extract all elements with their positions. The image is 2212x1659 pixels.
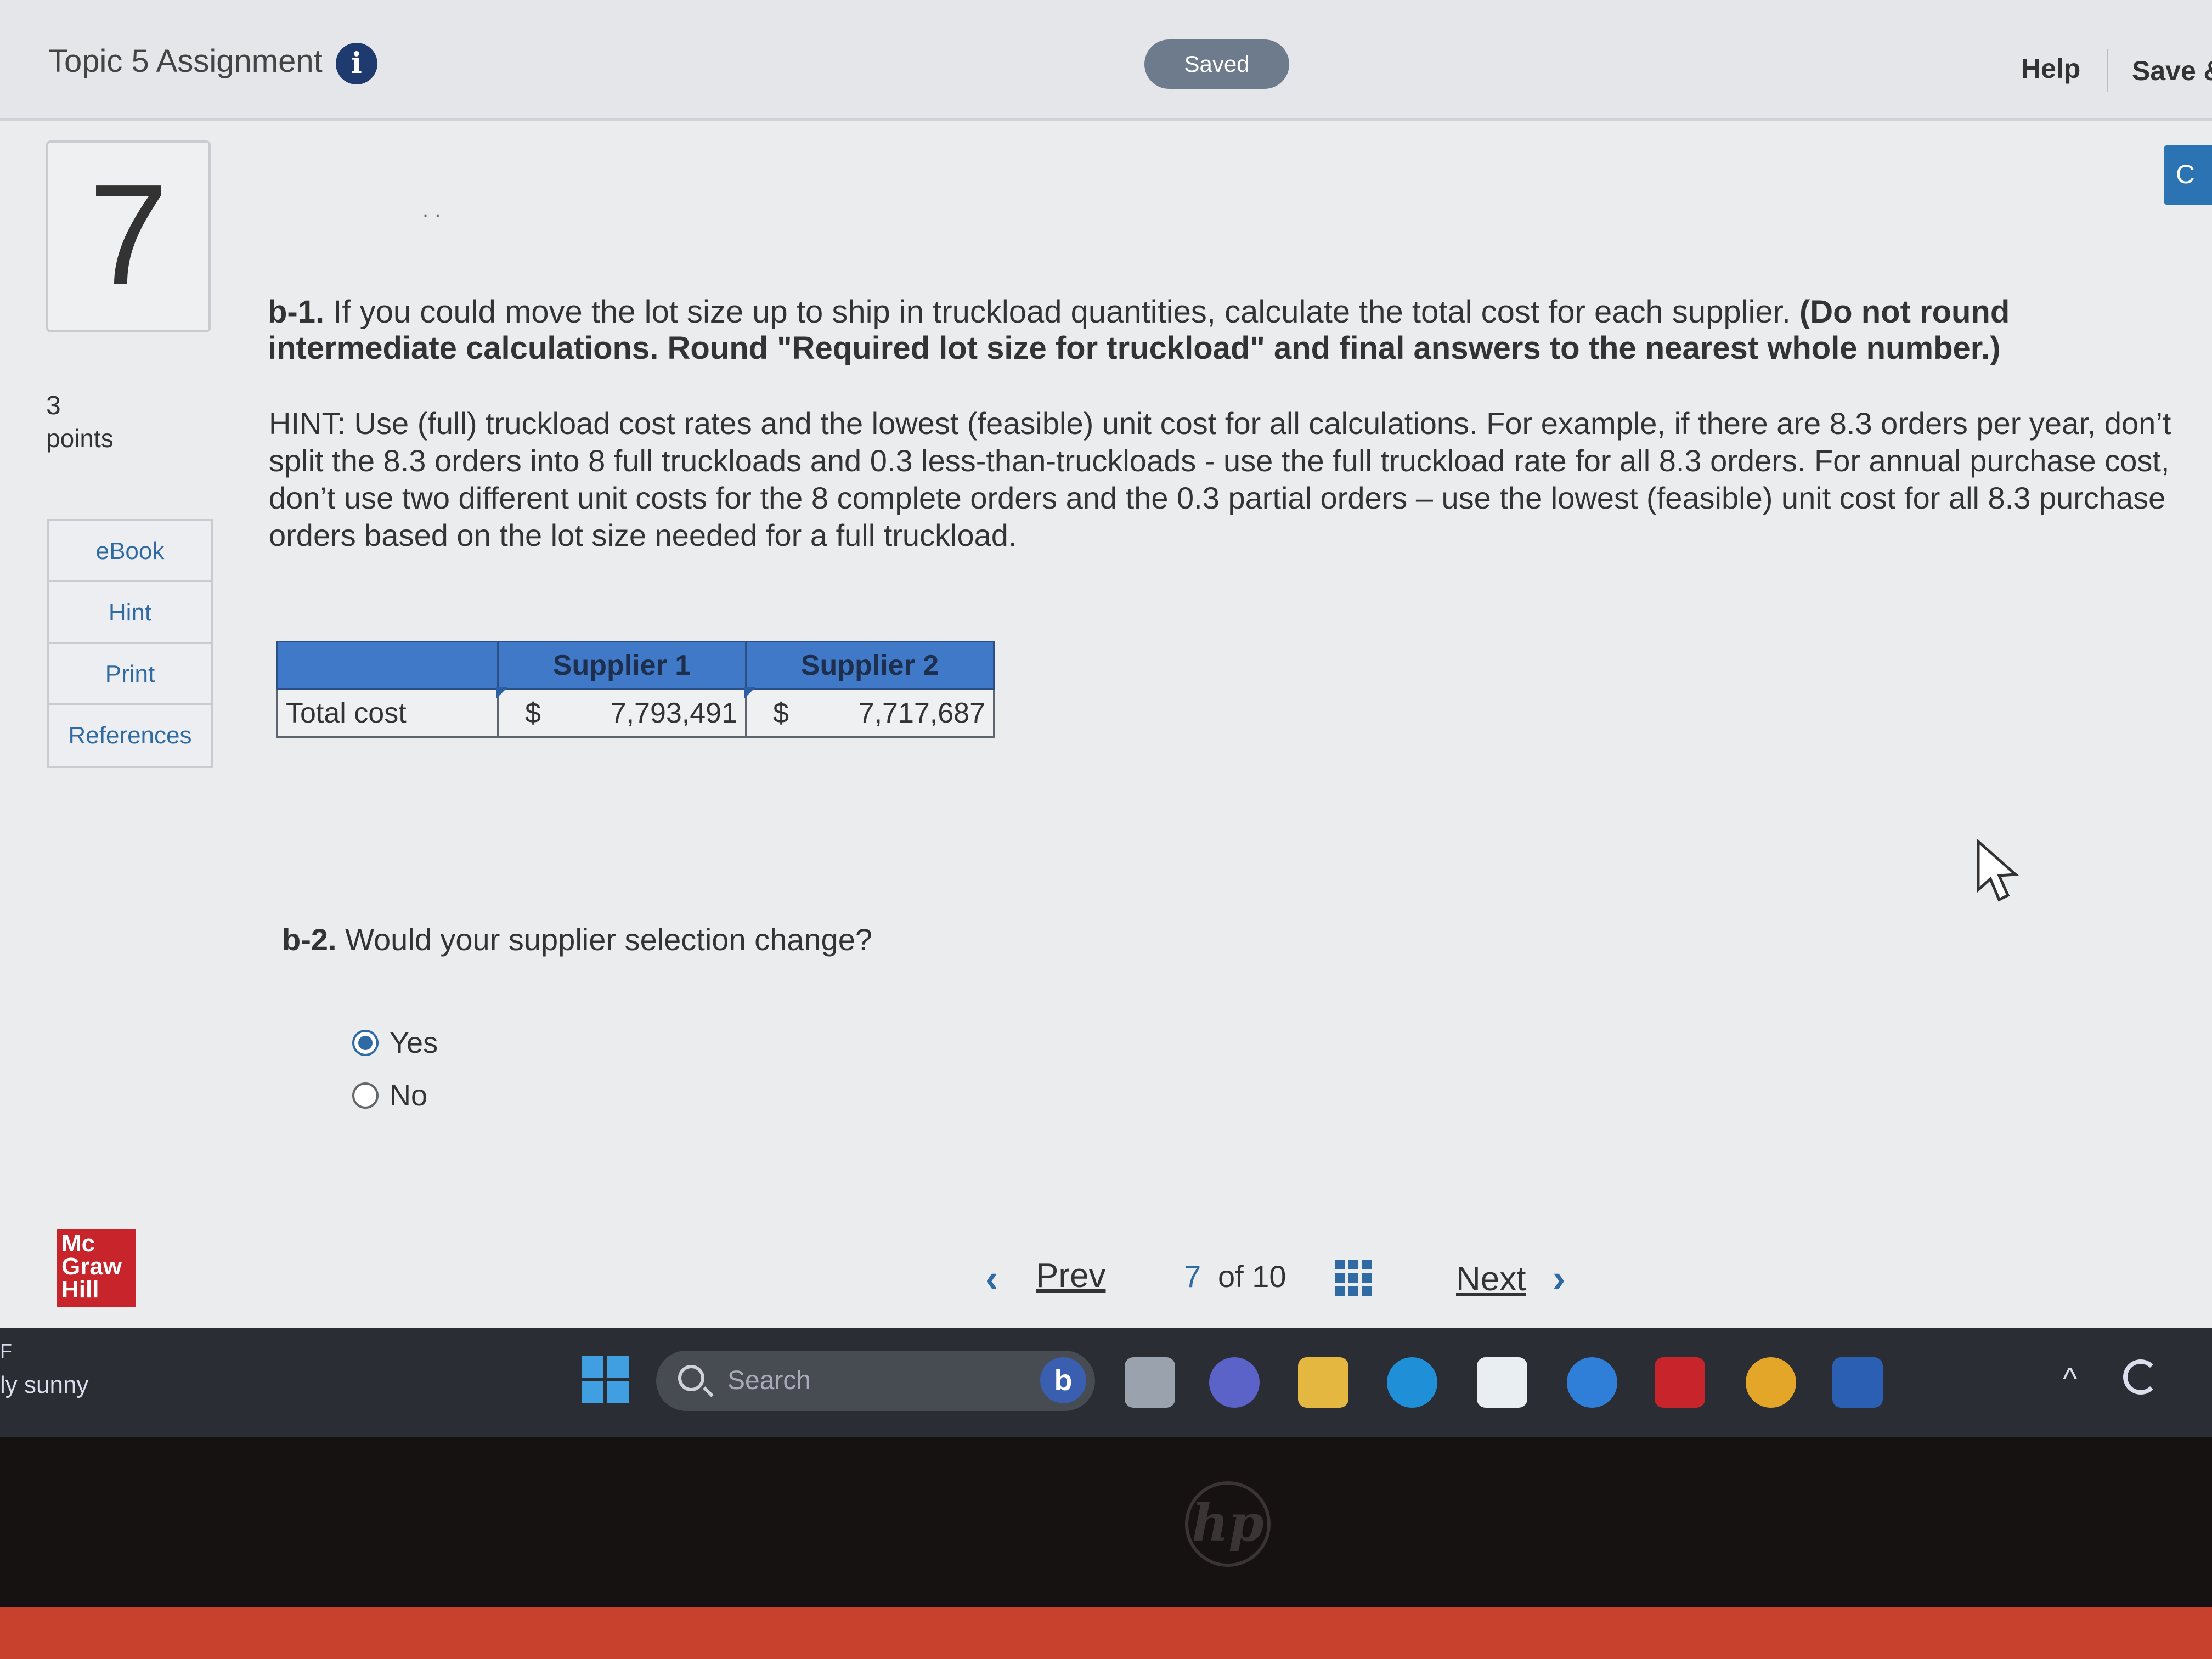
chevron-up-icon[interactable]: ^	[2063, 1361, 2077, 1396]
part-b1-prompt: b-1. If you could move the lot size up t…	[268, 294, 2078, 366]
answer-flag-icon	[744, 687, 755, 698]
supplier-2-total-cost-value: 7,717,687	[858, 697, 985, 729]
help-icon[interactable]	[1567, 1357, 1617, 1408]
logo-line: Graw	[61, 1253, 122, 1280]
edge-icon[interactable]	[1387, 1357, 1437, 1408]
part-b2-text: Would your supplier selection change?	[336, 922, 873, 957]
question-number-box: 7	[46, 140, 211, 332]
points-value: 3	[46, 391, 61, 420]
help-link[interactable]: Help	[2021, 53, 2080, 84]
weather-temperature: F	[0, 1340, 12, 1362]
chevron-right-icon[interactable]: ›	[1553, 1256, 1565, 1300]
option-no[interactable]: No	[352, 1079, 427, 1113]
bing-icon[interactable]: b	[1040, 1357, 1086, 1403]
laptop-base	[0, 1607, 2212, 1659]
mcgraw-hill-logo: Mc Graw Hill	[57, 1229, 136, 1307]
sync-icon[interactable]	[2123, 1359, 2158, 1395]
assignment-header: Topic 5 Assignment i Saved Help Save &	[0, 0, 2212, 121]
current-page-number: 7	[1184, 1259, 1201, 1294]
page-total: of 10	[1218, 1259, 1286, 1294]
table-header-blank	[276, 641, 499, 690]
chevron-left-icon[interactable]: ‹	[985, 1256, 998, 1300]
part-b2-label: b-2.	[282, 922, 337, 957]
teams-icon[interactable]	[1209, 1357, 1260, 1408]
header-divider	[2107, 49, 2108, 92]
taskbar-search-box[interactable]: Search	[656, 1351, 1095, 1411]
answer-flag-icon	[496, 687, 507, 698]
chrome-icon[interactable]	[1746, 1357, 1796, 1408]
mcafee-icon[interactable]	[1655, 1357, 1705, 1408]
windows-taskbar: F ly sunny Search b ^	[0, 1328, 2212, 1437]
hint-link[interactable]: Hint	[49, 582, 211, 644]
prev-button[interactable]: Prev	[1036, 1256, 1105, 1295]
saved-status-pill: Saved	[1144, 40, 1289, 89]
ebook-link[interactable]: eBook	[49, 521, 211, 582]
table-header-supplier-1: Supplier 1	[497, 641, 747, 690]
radio-no[interactable]	[352, 1082, 379, 1109]
question-number: 7	[88, 155, 168, 314]
radio-yes[interactable]	[352, 1030, 379, 1056]
table-header-supplier-2: Supplier 2	[745, 641, 995, 690]
store-icon[interactable]	[1477, 1357, 1527, 1408]
question-tools-menu: eBook Hint Print References	[47, 519, 213, 768]
supplier-1-total-cost-input[interactable]: $ 7,793,491	[496, 687, 747, 738]
windows-start-icon[interactable]	[582, 1356, 629, 1403]
points-label: points	[46, 424, 114, 453]
assignment-title: Topic 5 Assignment	[48, 43, 323, 79]
table-header-row: Supplier 1 Supplier 2	[276, 641, 995, 690]
table-row: Total cost $ 7,793,491 $ 7,717,687	[276, 687, 995, 738]
logo-line: Mc	[61, 1230, 95, 1257]
word-icon[interactable]	[1832, 1357, 1883, 1408]
screen: Topic 5 Assignment i Saved Help Save & C…	[0, 0, 2212, 1328]
laptop-bezel: hp	[0, 1437, 2212, 1659]
hint-text: HINT: Use (full) truckload cost rates an…	[269, 406, 2171, 552]
part-b1-label: b-1.	[268, 294, 325, 330]
next-button[interactable]: Next	[1456, 1260, 1526, 1299]
part-b2-prompt: b-2. Would your supplier selection chang…	[282, 922, 872, 957]
option-no-label: No	[390, 1079, 428, 1112]
print-link[interactable]: Print	[49, 644, 211, 705]
search-icon	[678, 1365, 704, 1391]
references-link[interactable]: References	[49, 705, 211, 766]
logo-line: Hill	[61, 1276, 99, 1303]
currency-symbol: $	[525, 697, 541, 729]
hp-logo: hp	[1185, 1481, 1271, 1567]
check-my-work-button[interactable]: C	[2164, 145, 2212, 205]
part-b1-text: If you could move the lot size up to shi…	[324, 294, 1799, 330]
supplier-1-total-cost-value: 7,793,491	[610, 697, 737, 729]
row-label-total-cost: Total cost	[276, 688, 499, 738]
search-placeholder: Search	[727, 1366, 811, 1395]
mouse-pointer-icon	[1977, 839, 2019, 902]
total-cost-table: Supplier 1 Supplier 2 Total cost $ 7,793…	[276, 641, 995, 738]
file-explorer-icon[interactable]	[1125, 1357, 1175, 1408]
separator-dots: . .	[422, 198, 441, 222]
info-icon[interactable]: i	[336, 43, 377, 84]
question-grid-icon[interactable]	[1335, 1260, 1372, 1296]
option-yes-label: Yes	[390, 1026, 438, 1059]
save-exit-link[interactable]: Save &	[2132, 55, 2212, 87]
option-yes[interactable]: Yes	[352, 1026, 438, 1060]
folder-icon[interactable]	[1298, 1357, 1348, 1408]
weather-widget[interactable]: ly sunny	[0, 1372, 88, 1399]
supplier-2-total-cost-input[interactable]: $ 7,717,687	[744, 687, 995, 738]
currency-symbol: $	[773, 697, 789, 729]
